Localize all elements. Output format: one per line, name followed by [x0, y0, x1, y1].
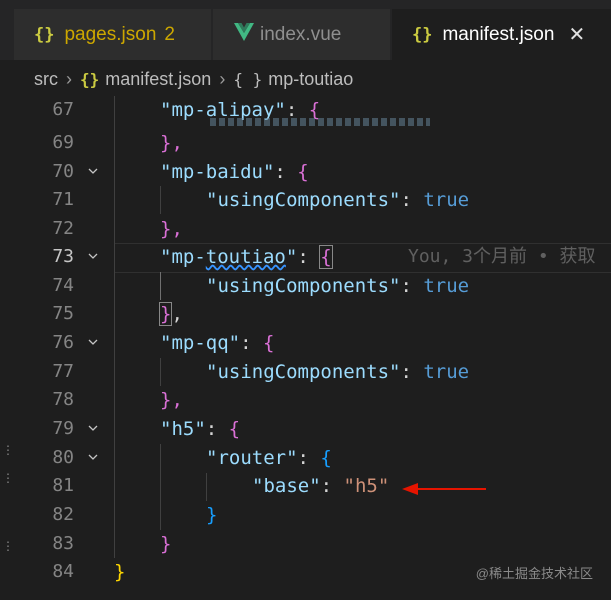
breadcrumb-item-mp-toutiao[interactable]: mp-toutiao	[268, 69, 353, 90]
tab-index-vue[interactable]: index.vue	[213, 9, 390, 60]
code-line: 71 "usingComponents": true	[0, 186, 611, 215]
line-number: 70	[52, 161, 74, 182]
line-number: 72	[52, 218, 74, 239]
line-number: 79	[52, 418, 74, 439]
open-brace: {	[262, 332, 275, 354]
code-line: 83 }	[0, 530, 611, 559]
line-number: 73	[52, 246, 74, 267]
json-key: "base"	[252, 475, 321, 497]
vue-file-icon	[234, 22, 254, 47]
code-line: 82 }	[0, 501, 611, 530]
overflow-dots: ⋮	[2, 539, 14, 553]
json-key: "router"	[206, 447, 298, 469]
open-brace: {	[320, 447, 332, 469]
tab-pages-json[interactable]: {} pages.json 2	[14, 9, 211, 60]
code-line: 76 "mp-qq": {	[0, 329, 611, 358]
red-arrow-annotation	[402, 483, 486, 495]
watermark: @稀土掘金技术社区	[475, 566, 593, 581]
chevron-right-icon: ›	[66, 68, 72, 89]
json-key: "usingComponents"	[206, 361, 401, 383]
line-number: 69	[52, 132, 74, 153]
close-brace: }	[114, 561, 126, 583]
json-key: "usingComponents"	[206, 275, 401, 297]
line-number: 71	[52, 189, 74, 210]
close-icon[interactable]: ✕	[568, 22, 585, 47]
tab-label: manifest.json	[442, 23, 555, 45]
code-line: 70 "mp-baidu": {	[0, 158, 611, 187]
json-boolean: true	[423, 275, 470, 297]
spelling-squiggle: toutiao	[205, 246, 286, 268]
code-editor[interactable]: 67 "mp-alipay": { 69 }, 70 "mp-baidu": {…	[0, 96, 611, 600]
close-brace: }	[160, 533, 172, 555]
line-number: 84	[52, 561, 74, 582]
breadcrumb-item-manifest[interactable]: manifest.json	[105, 69, 211, 90]
open-brace: {	[297, 161, 309, 183]
line-number: 67	[52, 99, 74, 120]
json-file-icon: {}	[34, 24, 55, 45]
chevron-down-icon[interactable]	[88, 166, 98, 176]
json-key: "mp-baidu"	[160, 161, 275, 183]
code-line: 78 },	[0, 386, 611, 415]
line-number: 76	[52, 332, 74, 353]
matched-close-brace: }	[158, 302, 173, 326]
breadcrumb: src › {} manifest.json › { } mp-toutiao	[0, 60, 611, 98]
code-line: 80 "router": {	[0, 444, 611, 473]
line-number: 74	[52, 275, 74, 296]
chevron-down-icon[interactable]	[88, 251, 98, 261]
line-number: 82	[52, 504, 74, 525]
matched-open-brace: {	[319, 245, 333, 269]
code-line: 74 "usingComponents": true	[0, 272, 611, 301]
tab-label: pages.json	[64, 23, 157, 45]
code-line: 75 },	[0, 300, 611, 329]
code-line: 69 },	[0, 129, 611, 158]
close-brace: },	[160, 132, 183, 154]
json-key: "usingComponents"	[206, 189, 401, 211]
chevron-down-icon[interactable]	[88, 452, 98, 462]
code-line: 77 "usingComponents": true	[0, 358, 611, 387]
problem-count-badge: 2	[164, 23, 175, 45]
line-number: 78	[52, 389, 74, 410]
overflow-dots: ⋮	[2, 471, 14, 485]
line-number: 77	[52, 361, 74, 382]
chevron-down-icon[interactable]	[88, 337, 98, 347]
json-string: "h5"	[343, 475, 390, 497]
code-line: 72 },	[0, 215, 611, 244]
object-symbol-icon: { }	[233, 69, 263, 89]
json-file-icon: {}	[412, 24, 433, 45]
chevron-right-icon: ›	[219, 68, 226, 89]
code-line: 81 "base": "h5"	[0, 472, 611, 501]
close-brace: },	[160, 218, 183, 240]
json-boolean: true	[423, 361, 470, 383]
close-brace: }	[206, 504, 218, 526]
hidden-line-fragment	[210, 118, 430, 126]
close-brace: },	[160, 389, 183, 411]
open-brace: {	[228, 418, 241, 440]
tab-manifest-json[interactable]: {} manifest.json ✕	[392, 9, 611, 60]
code-line-active: 73 "mp-toutiao": { You, 3个月前 • 获取	[0, 243, 611, 272]
line-number: 75	[52, 303, 74, 324]
breadcrumb-item-src[interactable]: src	[34, 69, 58, 90]
json-boolean: true	[423, 189, 470, 211]
code-line: 79 "h5": {	[0, 415, 611, 444]
json-key: "h5"	[160, 418, 206, 440]
json-file-icon: {}	[80, 69, 100, 89]
git-blame-annotation: You, 3个月前 • 获取	[408, 246, 596, 267]
tab-label: index.vue	[260, 23, 342, 45]
chevron-down-icon[interactable]	[88, 423, 98, 433]
overflow-dots: ⋮	[2, 443, 14, 457]
tab-bar: {} pages.json 2 index.vue {} manifest.js…	[0, 0, 611, 60]
json-key: "mp-qq"	[160, 332, 241, 354]
